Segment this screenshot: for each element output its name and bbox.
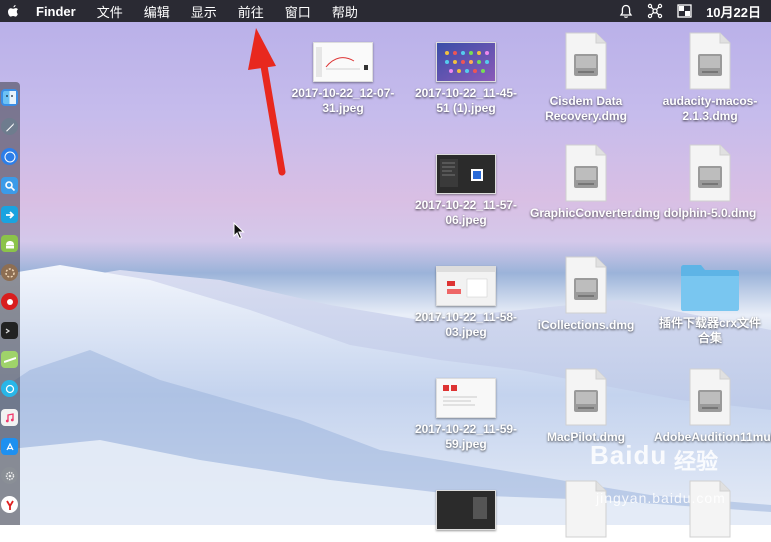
desktop-file[interactable]: GraphicConverter.dmg (530, 144, 661, 221)
desktop-file[interactable]: AdobeAudition11mul.dmg (654, 368, 771, 445)
dock-app-icon[interactable] (1, 264, 18, 281)
file-label: audacity-macos-2.1.3.dmg (662, 94, 758, 123)
menu-finder[interactable]: Finder (36, 4, 76, 19)
desktop-file[interactable]: audacity-macos-2.1.3.dmg (654, 32, 766, 124)
desktop-file[interactable]: MacPilot.dmg (530, 368, 642, 445)
disk-image-icon (564, 144, 608, 202)
desktop-file[interactable]: 2017-10-22_11-58-03.jpeg (410, 266, 522, 340)
watermark-cn: 经验 (674, 449, 719, 474)
image-thumbnail-icon (436, 266, 496, 306)
menu-file[interactable]: 文件 (97, 2, 123, 21)
file-label: 2017-10-22_12-07-31.jpeg (291, 86, 395, 115)
image-thumbnail-icon (436, 42, 496, 82)
dock (0, 82, 20, 525)
dock-terminal-icon[interactable] (1, 322, 18, 339)
disk-image-icon (564, 256, 608, 314)
menu-go[interactable]: 前往 (238, 2, 264, 21)
image-thumbnail-icon (436, 490, 496, 530)
dock-music-icon[interactable] (1, 409, 18, 426)
annotation-arrow-icon (248, 28, 286, 176)
menu-bar: Finder 文件 编辑 显示 前往 窗口 帮助 10月22日 (0, 0, 771, 22)
file-label: 2017-10-22_11-58-03.jpeg (414, 310, 518, 339)
desktop-file[interactable]: 2017-10-22_12-07-31.jpeg (287, 42, 399, 116)
desktop-file[interactable]: iCollections.dmg (530, 256, 642, 333)
image-thumbnail-icon (313, 42, 373, 82)
image-thumbnail-icon (436, 154, 496, 194)
folder-label: 插件下载器crx文件合集 (658, 316, 762, 345)
menu-help[interactable]: 帮助 (332, 2, 358, 21)
desktop-file-partial[interactable] (410, 490, 522, 534)
image-thumbnail-icon (436, 378, 496, 418)
disk-image-icon (688, 32, 732, 90)
file-label: 2017-10-22_11-45-51 (1).jpeg (414, 86, 518, 115)
menu-window[interactable]: 窗口 (285, 2, 311, 21)
dock-finder-icon[interactable] (1, 89, 18, 106)
notification-bell-icon[interactable] (619, 4, 633, 19)
file-label: dolphin-5.0.dmg (663, 206, 757, 220)
disk-image-icon (564, 32, 608, 90)
file-label: iCollections.dmg (537, 318, 635, 332)
dock-app-store-icon[interactable] (1, 438, 18, 455)
dock-maps-icon[interactable] (1, 351, 18, 368)
file-label: GraphicConverter.dmg (530, 206, 661, 220)
disk-image-icon (688, 368, 732, 426)
mouse-cursor-icon (233, 222, 245, 240)
baidu-watermark: Baidu 经验 jingyan.baidu.com (590, 436, 771, 525)
watermark-brand: Baidu (590, 440, 668, 470)
desktop-file[interactable]: Cisdem Data Recovery.dmg (530, 32, 642, 124)
dock-red-app-icon[interactable] (1, 293, 18, 310)
dock-yandex-icon[interactable] (1, 496, 18, 513)
apple-menu-icon[interactable] (6, 4, 20, 18)
desktop-file[interactable]: 2017-10-22_11-57-06.jpeg (410, 154, 522, 228)
desktop-file[interactable]: 2017-10-22_11-45-51 (1).jpeg (410, 42, 522, 116)
watermark-url: jingyan.baidu.com (596, 490, 726, 506)
menu-view[interactable]: 显示 (191, 2, 217, 21)
dock-blue-app-icon[interactable] (1, 380, 18, 397)
desktop-file[interactable]: 2017-10-22_11-59-59.jpeg (410, 378, 522, 452)
folder-icon (679, 262, 741, 312)
dock-transfer-icon[interactable] (1, 206, 18, 223)
dock-safari-icon[interactable] (1, 148, 18, 165)
dock-android-icon[interactable] (1, 235, 18, 252)
file-label: 2017-10-22_11-59-59.jpeg (414, 422, 518, 451)
dock-system-preferences-icon[interactable] (1, 467, 18, 484)
network-share-icon[interactable] (647, 3, 663, 19)
display-layout-icon[interactable] (677, 4, 692, 18)
disk-image-icon (688, 144, 732, 202)
disk-image-icon (564, 368, 608, 426)
file-label: Cisdem Data Recovery.dmg (545, 94, 627, 123)
desktop-folder[interactable]: 插件下载器crx文件合集 (654, 262, 766, 346)
dock-launchpad-icon[interactable] (1, 118, 18, 135)
desktop-file[interactable]: dolphin-5.0.dmg (654, 144, 766, 221)
menu-edit[interactable]: 编辑 (144, 2, 170, 21)
menubar-clock[interactable]: 10月22日 (706, 2, 761, 21)
file-label: 2017-10-22_11-57-06.jpeg (414, 198, 518, 227)
dock-search-icon[interactable] (1, 177, 18, 194)
